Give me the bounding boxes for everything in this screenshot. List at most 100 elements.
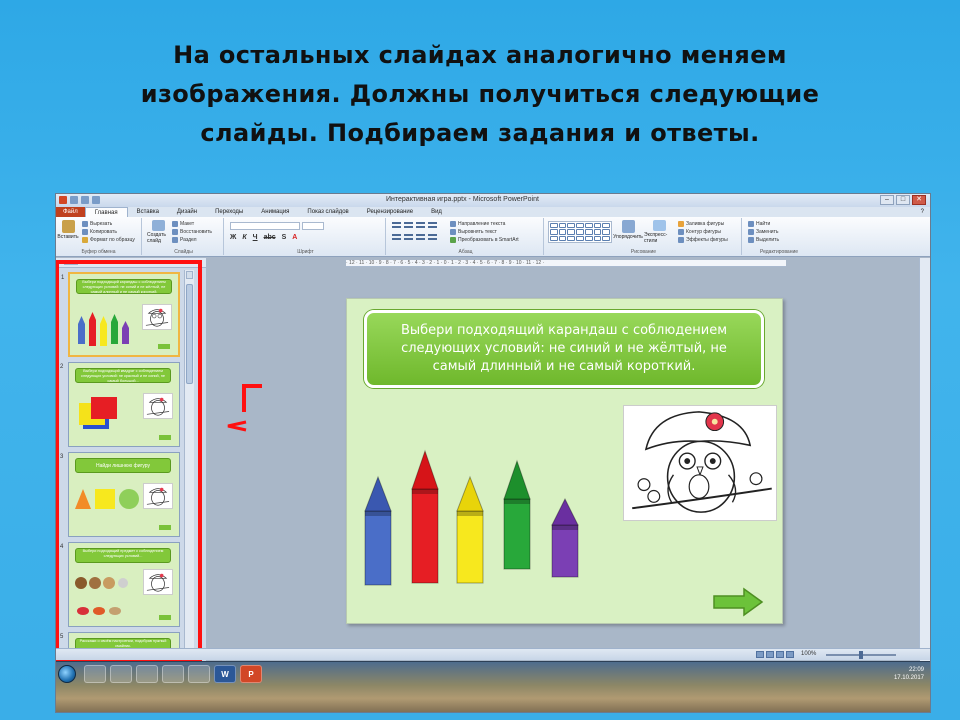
normal-view-icon[interactable] bbox=[756, 651, 764, 658]
pencil-1[interactable] bbox=[364, 475, 392, 586]
help-icon[interactable]: ? bbox=[921, 209, 924, 215]
group-label-paragraph: Абзац bbox=[458, 249, 473, 255]
shape-effects-button[interactable]: Эффекты фигуры bbox=[678, 236, 728, 243]
status-bar: 100% bbox=[56, 648, 930, 660]
font-family-select[interactable] bbox=[230, 222, 300, 230]
maximize-button[interactable]: □ bbox=[896, 195, 910, 205]
slide-canvas[interactable]: Выбери подходящий карандаш с соблюдением… bbox=[346, 298, 783, 624]
smartart-icon bbox=[450, 236, 456, 243]
media-icon[interactable] bbox=[110, 665, 132, 683]
reset-button[interactable]: Восстановить bbox=[172, 228, 212, 235]
powerpoint-taskbar-icon[interactable]: P bbox=[240, 665, 262, 683]
zoom-slider[interactable] bbox=[826, 651, 896, 659]
zoom-slider-handle[interactable] bbox=[859, 651, 863, 659]
italic-button[interactable]: К bbox=[242, 234, 246, 241]
font-size-select[interactable] bbox=[302, 222, 324, 230]
group-label-drawing: Рисование bbox=[630, 249, 657, 255]
group-paragraph: Направление текста Выровнять текст Преоб… bbox=[388, 218, 544, 255]
slide-scrollbar[interactable] bbox=[919, 258, 930, 698]
tab-review[interactable]: Рецензирование bbox=[358, 207, 422, 217]
close-button[interactable]: ✕ bbox=[912, 195, 926, 205]
copy-button[interactable]: Копировать bbox=[82, 228, 117, 235]
horizontal-ruler[interactable]: · 12 · 11 · 10 · 9 · 8 · 7 · 6 · 5 · 4 ·… bbox=[346, 260, 786, 267]
tab-view[interactable]: Вид bbox=[422, 207, 451, 217]
save-icon[interactable] bbox=[70, 196, 78, 204]
align-center-icon[interactable] bbox=[404, 234, 413, 240]
font-format-buttons: Ж К Ч abc S А bbox=[230, 234, 297, 241]
start-button[interactable] bbox=[58, 665, 76, 683]
justify-icon[interactable] bbox=[428, 234, 437, 240]
slideshow-icon[interactable] bbox=[786, 651, 794, 658]
quick-styles-button[interactable]: Экспресс-стили bbox=[644, 220, 674, 244]
reading-view-icon[interactable] bbox=[776, 651, 784, 658]
new-slide-button[interactable]: Создать слайд bbox=[147, 220, 169, 244]
align-right-icon[interactable] bbox=[416, 234, 425, 240]
next-arrow-button[interactable] bbox=[712, 587, 764, 617]
quick-access-toolbar bbox=[59, 196, 100, 204]
pencil-4[interactable] bbox=[503, 459, 531, 570]
tab-slideshow[interactable]: Показ слайдов bbox=[298, 207, 357, 217]
section-icon bbox=[172, 236, 178, 243]
replace-button[interactable]: Заменить bbox=[748, 228, 778, 235]
explorer-icon[interactable] bbox=[84, 665, 106, 683]
arrange-button[interactable]: Упорядочить bbox=[613, 220, 643, 244]
shape-fill-button[interactable]: Заливка фигуры bbox=[678, 220, 724, 227]
pencil-5[interactable] bbox=[551, 497, 579, 578]
text-direction-button[interactable]: Направление текста bbox=[450, 220, 505, 227]
pencil-3[interactable] bbox=[456, 475, 484, 584]
group-slides: Создать слайд Макет Восстановить Раздел … bbox=[144, 218, 224, 255]
slide-sorter-icon[interactable] bbox=[766, 651, 774, 658]
tab-design[interactable]: Дизайн bbox=[168, 207, 206, 217]
format-painter-button[interactable]: Формат по образцу bbox=[82, 236, 135, 243]
steam-icon[interactable] bbox=[136, 665, 158, 683]
cut-icon bbox=[82, 220, 88, 227]
group-font: Ж К Ч abc S А Шрифт bbox=[226, 218, 386, 255]
tab-insert[interactable]: Вставка bbox=[128, 207, 168, 217]
align-text-button[interactable]: Выровнять текст bbox=[450, 228, 497, 235]
pencil-2[interactable] bbox=[411, 449, 439, 584]
undo-icon[interactable] bbox=[81, 196, 89, 204]
tab-transitions[interactable]: Переходы bbox=[206, 207, 252, 217]
indent-increase-icon[interactable] bbox=[428, 222, 437, 228]
indent-decrease-icon[interactable] bbox=[416, 222, 425, 228]
effects-icon bbox=[678, 236, 684, 243]
cut-button[interactable]: Вырезать bbox=[82, 220, 112, 227]
section-button[interactable]: Раздел bbox=[172, 236, 197, 243]
bold-button[interactable]: Ж bbox=[230, 234, 236, 241]
owl-image[interactable] bbox=[623, 405, 777, 521]
tab-file[interactable]: Файл bbox=[56, 207, 85, 217]
shadow-button[interactable]: S bbox=[282, 234, 287, 241]
system-tray[interactable]: 22:09 17.10.2017 bbox=[894, 666, 924, 682]
strikethrough-button[interactable]: abc bbox=[264, 234, 276, 241]
word-icon[interactable]: W bbox=[214, 665, 236, 683]
group-label-slides: Слайды bbox=[174, 249, 193, 255]
shapes-gallery[interactable] bbox=[548, 221, 612, 243]
task-banner[interactable]: Выбери подходящий карандаш с соблюдением… bbox=[364, 310, 764, 388]
find-button[interactable]: Найти bbox=[748, 220, 770, 227]
minimize-button[interactable]: – bbox=[880, 195, 894, 205]
tab-home[interactable]: Главная bbox=[84, 207, 128, 217]
arrange-icon bbox=[621, 220, 635, 233]
red-arrow-mark bbox=[227, 384, 262, 432]
bullets-icon[interactable] bbox=[392, 222, 401, 228]
powerpoint-icon[interactable] bbox=[59, 196, 67, 204]
firefox-icon[interactable] bbox=[188, 665, 210, 683]
app-icon[interactable] bbox=[162, 665, 184, 683]
group-clipboard: Вставить Вырезать Копировать Формат по о… bbox=[56, 218, 142, 255]
title-line-3: слайды. Подбираем задания и ответы. bbox=[200, 119, 760, 147]
shape-outline-button[interactable]: Контур фигуры bbox=[678, 228, 721, 235]
smartart-button[interactable]: Преобразовать в SmartArt bbox=[450, 236, 519, 243]
redo-icon[interactable] bbox=[92, 196, 100, 204]
brush-icon bbox=[82, 236, 88, 243]
zoom-level[interactable]: 100% bbox=[801, 651, 816, 657]
underline-button[interactable]: Ч bbox=[253, 234, 258, 241]
group-label-editing: Редактирование bbox=[759, 249, 799, 255]
align-left-icon[interactable] bbox=[392, 234, 401, 240]
numbering-icon[interactable] bbox=[404, 222, 413, 228]
layout-button[interactable]: Макет bbox=[172, 220, 194, 227]
font-color-button[interactable]: А bbox=[292, 234, 297, 241]
paste-button[interactable]: Вставить bbox=[57, 220, 79, 244]
tab-animations[interactable]: Анимация bbox=[252, 207, 298, 217]
select-button[interactable]: Выделить bbox=[748, 236, 779, 243]
align-text-icon bbox=[450, 228, 456, 235]
